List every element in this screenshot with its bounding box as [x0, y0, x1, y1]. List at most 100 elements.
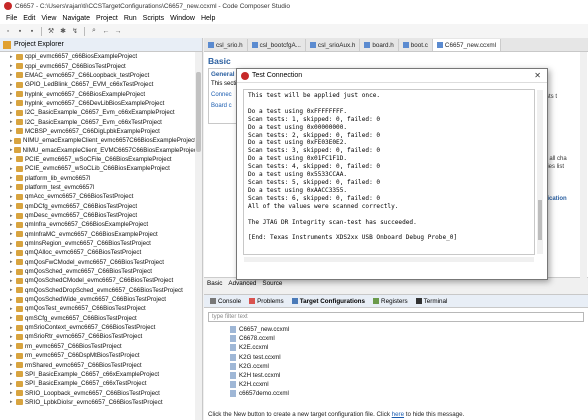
expand-arrow-icon[interactable]: ▸: [10, 184, 15, 190]
expand-arrow-icon[interactable]: ▸: [10, 138, 13, 144]
subtab-advanced[interactable]: Advanced: [225, 280, 259, 287]
tree-item[interactable]: ▸ qmQAlloc_evmc6657_C66BiosTestProject: [0, 248, 196, 257]
expand-arrow-icon[interactable]: ▸: [10, 278, 15, 284]
scrollbar-thumb[interactable]: [538, 200, 542, 240]
target-config-item[interactable]: c6657demo.ccxml: [208, 389, 578, 398]
expand-arrow-icon[interactable]: ▸: [10, 343, 15, 349]
tree-item[interactable]: ▸ qmQosTest_evmc6657_C66BiosTestProject: [0, 304, 196, 313]
menu-scripts[interactable]: Scripts: [140, 15, 167, 22]
target-config-item[interactable]: C6657_new.ccxml: [208, 325, 578, 334]
flash-icon[interactable]: ↯: [70, 26, 80, 36]
expand-arrow-icon[interactable]: ▸: [10, 269, 15, 275]
tree-item[interactable]: ▸ qmQosSchedWide_evmc6657_C66BiosTestProj…: [0, 295, 196, 304]
tree-item[interactable]: ▸ qmSrioContext_evmc6657_C66BiosTestProje…: [0, 323, 196, 332]
editor-tab[interactable]: csl_srioAux.h: [306, 39, 361, 51]
expand-arrow-icon[interactable]: ▸: [10, 259, 15, 265]
tree-item[interactable]: ▸ rm_evmc6657_C66DspMtBiosTestProject: [0, 351, 196, 360]
expand-arrow-icon[interactable]: ▸: [10, 334, 15, 340]
menu-help[interactable]: Help: [198, 15, 218, 22]
menu-file[interactable]: File: [3, 15, 20, 22]
expand-arrow-icon[interactable]: ▸: [10, 381, 15, 387]
expand-arrow-icon[interactable]: ▸: [10, 54, 15, 60]
save-all-icon[interactable]: ▪: [27, 26, 37, 36]
expand-arrow-icon[interactable]: ▸: [10, 63, 15, 69]
target-config-item[interactable]: K2G test.ccxml: [208, 353, 578, 362]
expand-arrow-icon[interactable]: ▸: [10, 241, 15, 247]
forward-icon[interactable]: →: [113, 26, 123, 36]
tree-item[interactable]: ▸ SRIO_LpbkDioIsr_evmc6657_C66BiosTestPro…: [0, 398, 196, 407]
menu-navigate[interactable]: Navigate: [59, 15, 93, 22]
expand-arrow-icon[interactable]: ▸: [10, 203, 15, 209]
project-explorer-scrollbar[interactable]: [195, 52, 202, 420]
expand-arrow-icon[interactable]: ▸: [10, 82, 15, 88]
expand-arrow-icon[interactable]: ▸: [10, 222, 15, 228]
scrollbar-thumb[interactable]: [196, 72, 201, 152]
expand-arrow-icon[interactable]: ▸: [10, 100, 15, 106]
expand-arrow-icon[interactable]: ▸: [10, 306, 15, 312]
tab-registers[interactable]: Registers: [369, 298, 412, 305]
tree-item[interactable]: ▸ hyplnk_evmc6657_C66BiosExampleProject: [0, 89, 196, 98]
expand-arrow-icon[interactable]: ▸: [10, 297, 15, 303]
tree-item[interactable]: ▸ qmQosSchedCModel_evmc6657_C66BiosTestPr…: [0, 276, 196, 285]
menu-window[interactable]: Window: [167, 15, 198, 22]
tree-item[interactable]: ▸ qmAcc_evmc6657_C66BiosTestProject: [0, 192, 196, 201]
editor-scrollbar[interactable]: [580, 52, 587, 282]
tree-item[interactable]: ▸ SPI_BasicExample_C6657_c66xExampleProje…: [0, 370, 196, 379]
tree-item[interactable]: ▸ rm_evmc6657_C66BiosTestProject: [0, 342, 196, 351]
tree-item[interactable]: ▸ qmInfraMC_evmc6657_C66BiosExampleProjec…: [0, 230, 196, 239]
hide-message-link[interactable]: here: [392, 411, 404, 418]
expand-arrow-icon[interactable]: ▸: [10, 371, 15, 377]
expand-arrow-icon[interactable]: ▸: [10, 250, 15, 256]
subtab-source[interactable]: Source: [259, 280, 285, 287]
target-config-item[interactable]: K2G.ccxml: [208, 362, 578, 371]
build-icon[interactable]: ⚒: [46, 26, 56, 36]
tab-problems[interactable]: Problems: [245, 298, 288, 305]
tree-item[interactable]: ▸ PCIE_evmc6657_wSoCFile_C66BiosExamplePr…: [0, 155, 196, 164]
filter-input[interactable]: type filter text: [208, 312, 584, 322]
target-config-item[interactable]: K2H.ccxml: [208, 380, 578, 389]
tree-item[interactable]: ▸ qmDCfg_evmc6657_C66BiosTestProject: [0, 202, 196, 211]
tree-item[interactable]: ▸ qmInsRegion_evmc6657_C66BiosTestProject: [0, 239, 196, 248]
tree-item[interactable]: ▸ cppi_evmc6657_c66BiosExampleProject: [0, 52, 196, 61]
new-file-icon[interactable]: ▫: [3, 26, 13, 36]
tree-item[interactable]: ▸ qmQosFwCModel_evmc6657_C66BiosTestProje…: [0, 258, 196, 267]
tab-terminal[interactable]: Terminal: [412, 298, 452, 305]
expand-arrow-icon[interactable]: ▸: [10, 110, 15, 116]
menu-view[interactable]: View: [38, 15, 59, 22]
expand-arrow-icon[interactable]: ▸: [10, 390, 15, 396]
expand-arrow-icon[interactable]: ▸: [10, 156, 15, 162]
expand-arrow-icon[interactable]: ▸: [10, 166, 15, 172]
expand-arrow-icon[interactable]: ▸: [10, 362, 15, 368]
tree-item[interactable]: ▸ I2C_BasicExample_C6657_Evm_c66xTestProj…: [0, 117, 196, 126]
expand-arrow-icon[interactable]: ▸: [10, 287, 15, 293]
expand-arrow-icon[interactable]: ▸: [10, 194, 15, 200]
expand-arrow-icon[interactable]: ▸: [10, 231, 15, 237]
back-icon[interactable]: ←: [101, 26, 111, 36]
debug-icon[interactable]: ✱: [58, 26, 68, 36]
tree-item[interactable]: ▸ hyplnk_evmc6657_C66DevLibBiosExamplePro…: [0, 99, 196, 108]
tree-item[interactable]: ▸ qmInfra_evmc6657_C66BiosExampleProject: [0, 220, 196, 229]
tree-item[interactable]: ▸ PCIE_evmc6657_wSoCLib_C66BiosExamplePro…: [0, 164, 196, 173]
close-icon[interactable]: ✕: [534, 71, 541, 80]
editor-tab[interactable]: boot.c: [399, 39, 433, 51]
target-config-item[interactable]: K2E.ccxml: [208, 343, 578, 352]
expand-arrow-icon[interactable]: ▸: [10, 119, 15, 125]
tab-target-configurations[interactable]: Target Configurations: [288, 298, 369, 305]
tree-item[interactable]: ▸ cppi_evmc6657_C66BiosTestProject: [0, 61, 196, 70]
expand-arrow-icon[interactable]: ▸: [10, 315, 15, 321]
tree-item[interactable]: ▸ qmQosSchedDropSched_evmc6657_C66BiosTes…: [0, 286, 196, 295]
save-icon[interactable]: ▪: [15, 26, 25, 36]
tree-item[interactable]: ▸ qmSrioRtr_evmc6657_C66BiosTestProject: [0, 332, 196, 341]
dialog-hscrollbar[interactable]: [244, 257, 534, 262]
tree-item[interactable]: ▸ I2C_BasicExample_C6657_Evm_c66xExampleP…: [0, 108, 196, 117]
expand-arrow-icon[interactable]: ▸: [10, 147, 13, 153]
tree-item[interactable]: ▸ SPI_BasicExample_C6657_c66xTestProject: [0, 379, 196, 388]
editor-tab[interactable]: csl_srio.h: [204, 39, 248, 51]
expand-arrow-icon[interactable]: ▸: [10, 91, 15, 97]
tree-item[interactable]: ▸ qmDesc_evmc6657_C66BiosTestProject: [0, 211, 196, 220]
target-config-item[interactable]: K2H test.ccxml: [208, 371, 578, 380]
expand-arrow-icon[interactable]: ▸: [10, 213, 15, 219]
tree-item[interactable]: ▸ rmShared_evmc6657_C66BiosTestProject: [0, 360, 196, 369]
expand-arrow-icon[interactable]: ▸: [10, 72, 15, 78]
tree-item[interactable]: ▸ qmQosSched_evmc6657_C66BiosTestProject: [0, 267, 196, 276]
